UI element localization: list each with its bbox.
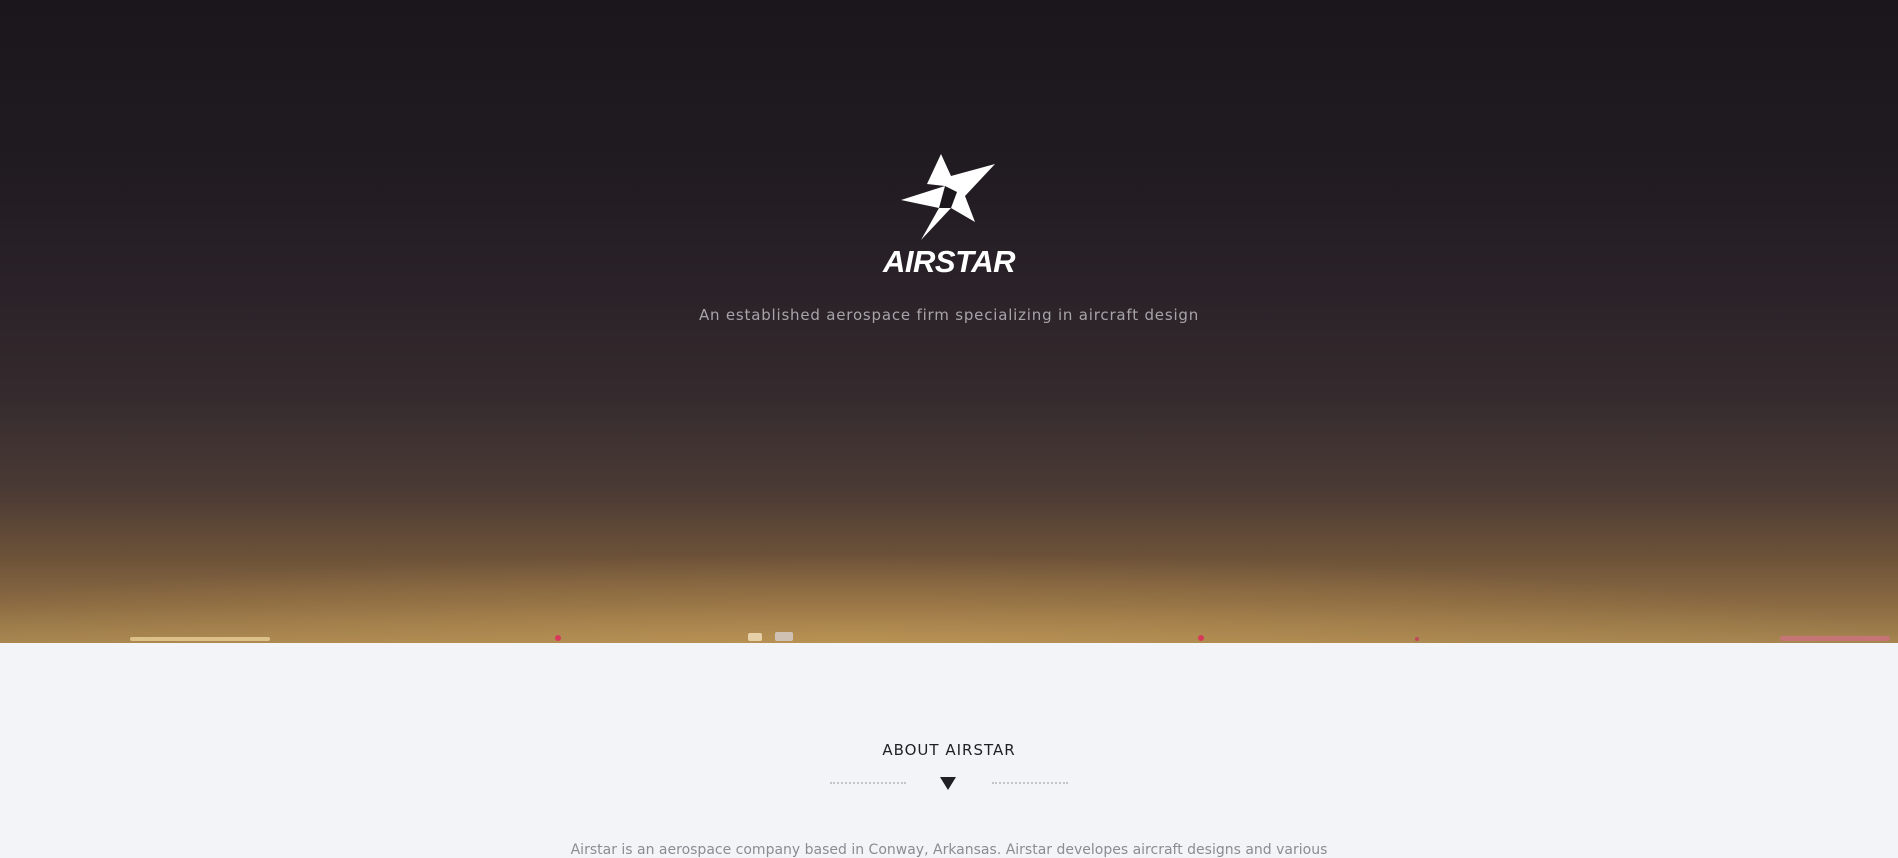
brand-logo[interactable]: AIRSTAR [879,152,1019,278]
section-divider [830,775,1068,791]
red-light [1198,635,1204,641]
building-light [748,633,762,641]
red-light [1415,637,1419,641]
airstar-star-icon [901,154,995,240]
about-section: ABOUT AIRSTAR Airstar is an aerospace co… [0,643,1898,858]
warm-light-row [130,637,270,641]
section-heading: ABOUT AIRSTAR [882,741,1016,759]
dotted-line-left [830,782,906,784]
dotted-line-right [992,782,1068,784]
city-lights [0,629,1898,643]
red-light-row [1780,636,1890,641]
red-light [555,635,561,641]
brand-wordmark: AIRSTAR [883,244,1015,279]
chevron-down-triangle-icon [940,777,956,790]
hero-banner: AIRSTAR An established aerospace firm sp… [0,0,1898,643]
building-light [775,632,793,641]
hero-tagline: An established aerospace firm specializi… [698,306,1200,324]
